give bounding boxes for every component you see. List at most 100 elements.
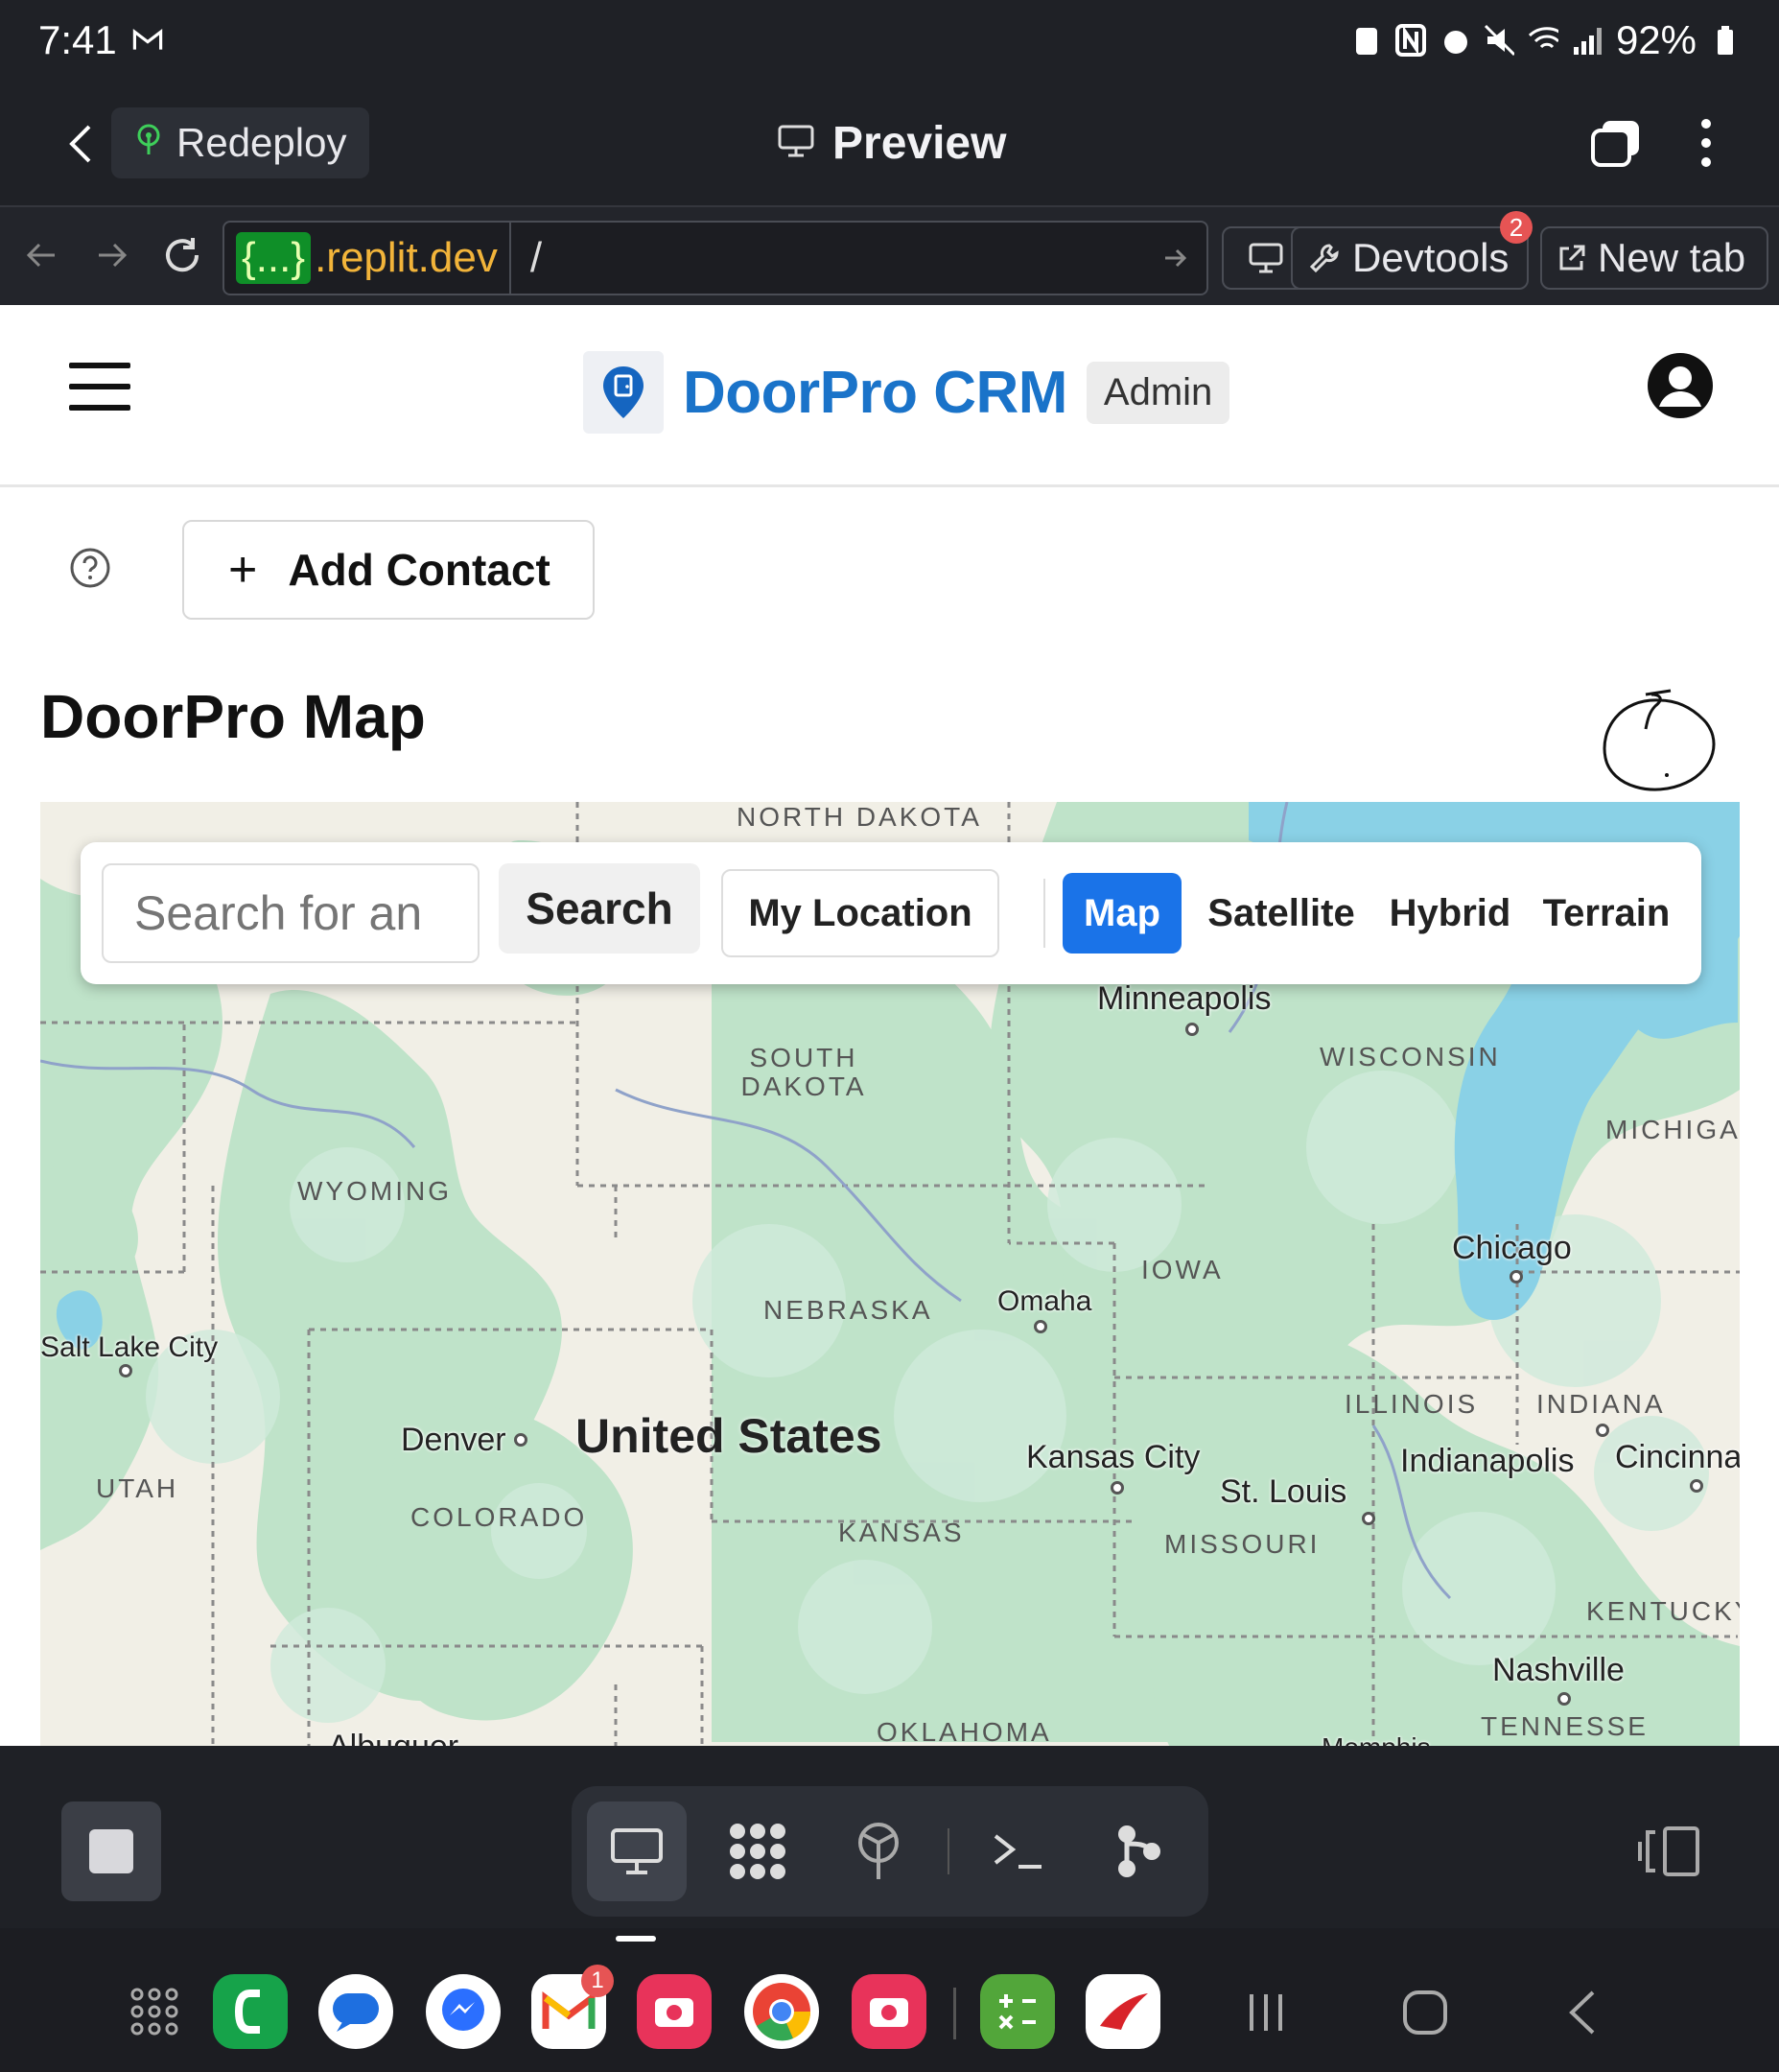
state-label-colorado: COLORADO [410,1502,588,1532]
mute-icon [1484,24,1514,57]
map-type-map[interactable]: Map [1063,873,1182,954]
git-tool-icon[interactable] [1089,1801,1189,1901]
map-type-satellite[interactable]: Satellite [1199,873,1364,954]
city-label-st-louis: St. Louis [1220,1473,1347,1510]
app-drawer-icon[interactable] [117,1974,192,2049]
alarm-icon [1440,24,1470,57]
stop-button[interactable] [61,1801,161,1901]
preview-title-text: Preview [832,117,1007,169]
help-icon[interactable] [69,547,111,589]
app-header: DoorPro CRM Admin [0,305,1779,487]
state-label-nebraska: NEBRASKA [763,1295,933,1325]
nav-forward-icon[interactable] [82,226,140,284]
clock: 7:41 [38,17,117,62]
city-label-albuquerque: Albuquer [328,1729,458,1746]
monitor-small-icon [1249,243,1283,273]
map-type-hybrid[interactable]: Hybrid [1383,873,1517,954]
battery-saver-icon [1351,24,1382,57]
toolbar-divider [1043,879,1045,948]
city-label-salt-lake-city: Salt Lake City [40,1331,219,1363]
preview-tool-icon[interactable] [587,1801,687,1901]
red-app-icon[interactable] [1086,1974,1160,2049]
back-button[interactable] [52,115,109,173]
deploy-icon [134,120,163,166]
map-search-input[interactable] [102,863,480,963]
wrench-icon [1309,244,1339,273]
recent-apps-button[interactable] [1237,1984,1295,2041]
redeploy-label: Redeploy [176,120,347,165]
new-tab-button[interactable]: New tab [1540,226,1768,290]
map-search-button[interactable]: Search [499,863,700,954]
url-host: {...} .replit.dev [224,223,511,294]
city-marker [1362,1512,1375,1525]
url-host-badge: {...} [236,232,312,284]
hamburger-menu-icon[interactable] [69,363,130,411]
go-arrow-icon[interactable] [1157,236,1195,280]
url-path: / [529,234,543,281]
home-button[interactable] [1396,1984,1454,2041]
signal-icon [1572,24,1603,57]
status-bar: 7:41 92% [0,0,1779,81]
url-host-text: .replit.dev [315,234,498,281]
map-type-terrain[interactable]: Terrain [1534,873,1678,954]
devtools-error-badge: 2 [1500,211,1533,244]
chrome-app-icon[interactable] [744,1974,819,2049]
devtools-button[interactable]: Devtools 2 [1291,211,1533,290]
city-label-minneapolis: Minneapolis [1097,980,1272,1017]
dock-divider [953,1988,956,2039]
calculator-app-icon[interactable] [980,1974,1055,2049]
url-input[interactable]: {...} .replit.dev / [222,221,1208,295]
state-label-utah: UTAH [96,1473,179,1503]
messenger-app-icon[interactable] [426,1974,501,2049]
my-location-button[interactable]: My Location [721,869,999,957]
state-label-wisconsin: WISCONSIN [1320,1042,1501,1071]
shell-tool-icon[interactable] [969,1801,1068,1901]
tool-divider [948,1828,949,1874]
deployments-tool-icon[interactable] [829,1801,928,1901]
messages-app-icon[interactable] [318,1974,393,2049]
gmail-notification-icon [132,24,163,57]
gmail-app-icon[interactable]: 1 [531,1965,614,2049]
nfc-icon [1394,24,1426,57]
state-label-indiana: INDIANA [1536,1389,1666,1419]
nav-back-button[interactable] [1554,1984,1611,2041]
split-view-icon[interactable] [1636,1823,1703,1880]
handwritten-scribble [1603,689,1716,791]
state-label-kansas: KANSAS [838,1518,965,1547]
tool-switcher [572,1786,1208,1917]
city-marker [119,1364,132,1377]
nav-back-icon[interactable] [13,226,71,284]
replit-header: Redeploy Preview [0,81,1779,205]
admin-badge: Admin [1086,361,1230,424]
state-label-missouri: MISSOURI [1164,1529,1321,1559]
android-dock: 1 [0,1945,1779,2072]
tabs-button[interactable] [1582,109,1650,177]
location-pin-logo-icon [583,351,664,434]
city-marker [1557,1692,1571,1706]
user-account-icon[interactable] [1646,351,1715,420]
gmail-badge: 1 [581,1965,614,1997]
screen-recorder-app-icon[interactable] [637,1974,712,2049]
city-marker [1510,1270,1523,1283]
replit-bottom-toolbar [0,1746,1779,1928]
add-contact-label: Add Contact [288,545,550,595]
url-toolbar: {...} .replit.dev / Devtools 2 New tab [0,205,1779,305]
state-label-north-dakota: NORTH DAKOTA [737,802,982,832]
brand: DoorPro CRM Admin [583,351,1230,434]
add-contact-button[interactable]: + Add Contact [182,520,595,620]
state-label-iowa: IOWA [1141,1255,1224,1284]
external-link-icon [1559,245,1585,271]
apps-grid-tool-icon[interactable] [708,1801,808,1901]
camera-app-icon[interactable] [852,1974,926,2049]
reload-icon[interactable] [153,226,211,284]
state-label-michigan: MICHIGA [1605,1115,1740,1144]
brand-name: DoorPro CRM [683,359,1067,426]
state-label-illinois: ILLINOIS [1345,1389,1479,1419]
battery-icon [1710,24,1741,57]
phone-app-icon[interactable] [213,1974,288,2049]
gesture-indicator [616,1936,656,1942]
more-options-icon[interactable] [1673,109,1740,177]
redeploy-button[interactable]: Redeploy [111,107,370,178]
page-title: DoorPro Map [40,682,426,751]
city-label-kansas-city: Kansas City [1026,1439,1201,1475]
